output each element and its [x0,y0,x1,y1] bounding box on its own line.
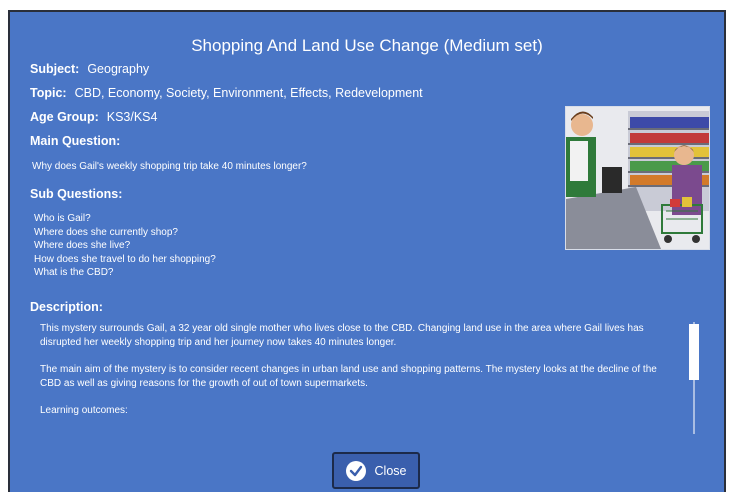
sub-questions-heading: Sub Questions: [30,187,123,201]
topic-label: Topic: [30,86,67,100]
description-heading: Description: [30,300,103,314]
age-group-value: KS3/KS4 [106,110,158,124]
main-question-text: Why does Gail's weekly shopping trip tak… [32,161,307,172]
description-scrollbar-thumb[interactable] [689,324,699,380]
description-paragraph: Learning outcomes: [40,405,128,416]
main-question-heading: Main Question: [30,134,121,148]
close-button[interactable]: Close [332,452,420,489]
subject-label: Subject: [30,62,80,76]
age-group-label: Age Group: [30,110,99,124]
sub-questions-list: Who is Gail? Where does she currently sh… [34,212,216,280]
sub-question-item: Who is Gail? [34,213,91,224]
description-text-area: This mystery surrounds Gail, a 32 year o… [40,322,680,432]
topic-value: CBD, Economy, Society, Environment, Effe… [74,86,423,100]
topic-row: Topic: CBD, Economy, Society, Environment… [30,86,423,100]
description-paragraph: The main aim of the mystery is to consid… [40,364,657,389]
description-paragraph: This mystery surrounds Gail, a 32 year o… [40,323,644,348]
age-group-row: Age Group: KS3/KS4 [30,110,157,124]
close-button-label: Close [374,463,407,478]
subject-value: Geography [87,62,150,76]
dialog-title: Shopping And Land Use Change (Medium set… [191,36,543,55]
supermarket-scene-icon [566,107,709,249]
shopping-illustration [565,106,710,250]
sub-question-item: Where does she live? [34,240,131,251]
subject-row: Subject: Geography [30,62,149,76]
sub-question-item: What is the CBD? [34,267,114,278]
sub-question-item: How does she travel to do her shopping? [34,253,216,265]
check-icon [345,460,366,481]
mystery-info-dialog: Shopping And Land Use Change (Medium set… [8,10,726,492]
sub-question-item: Where does she currently shop? [34,226,178,238]
